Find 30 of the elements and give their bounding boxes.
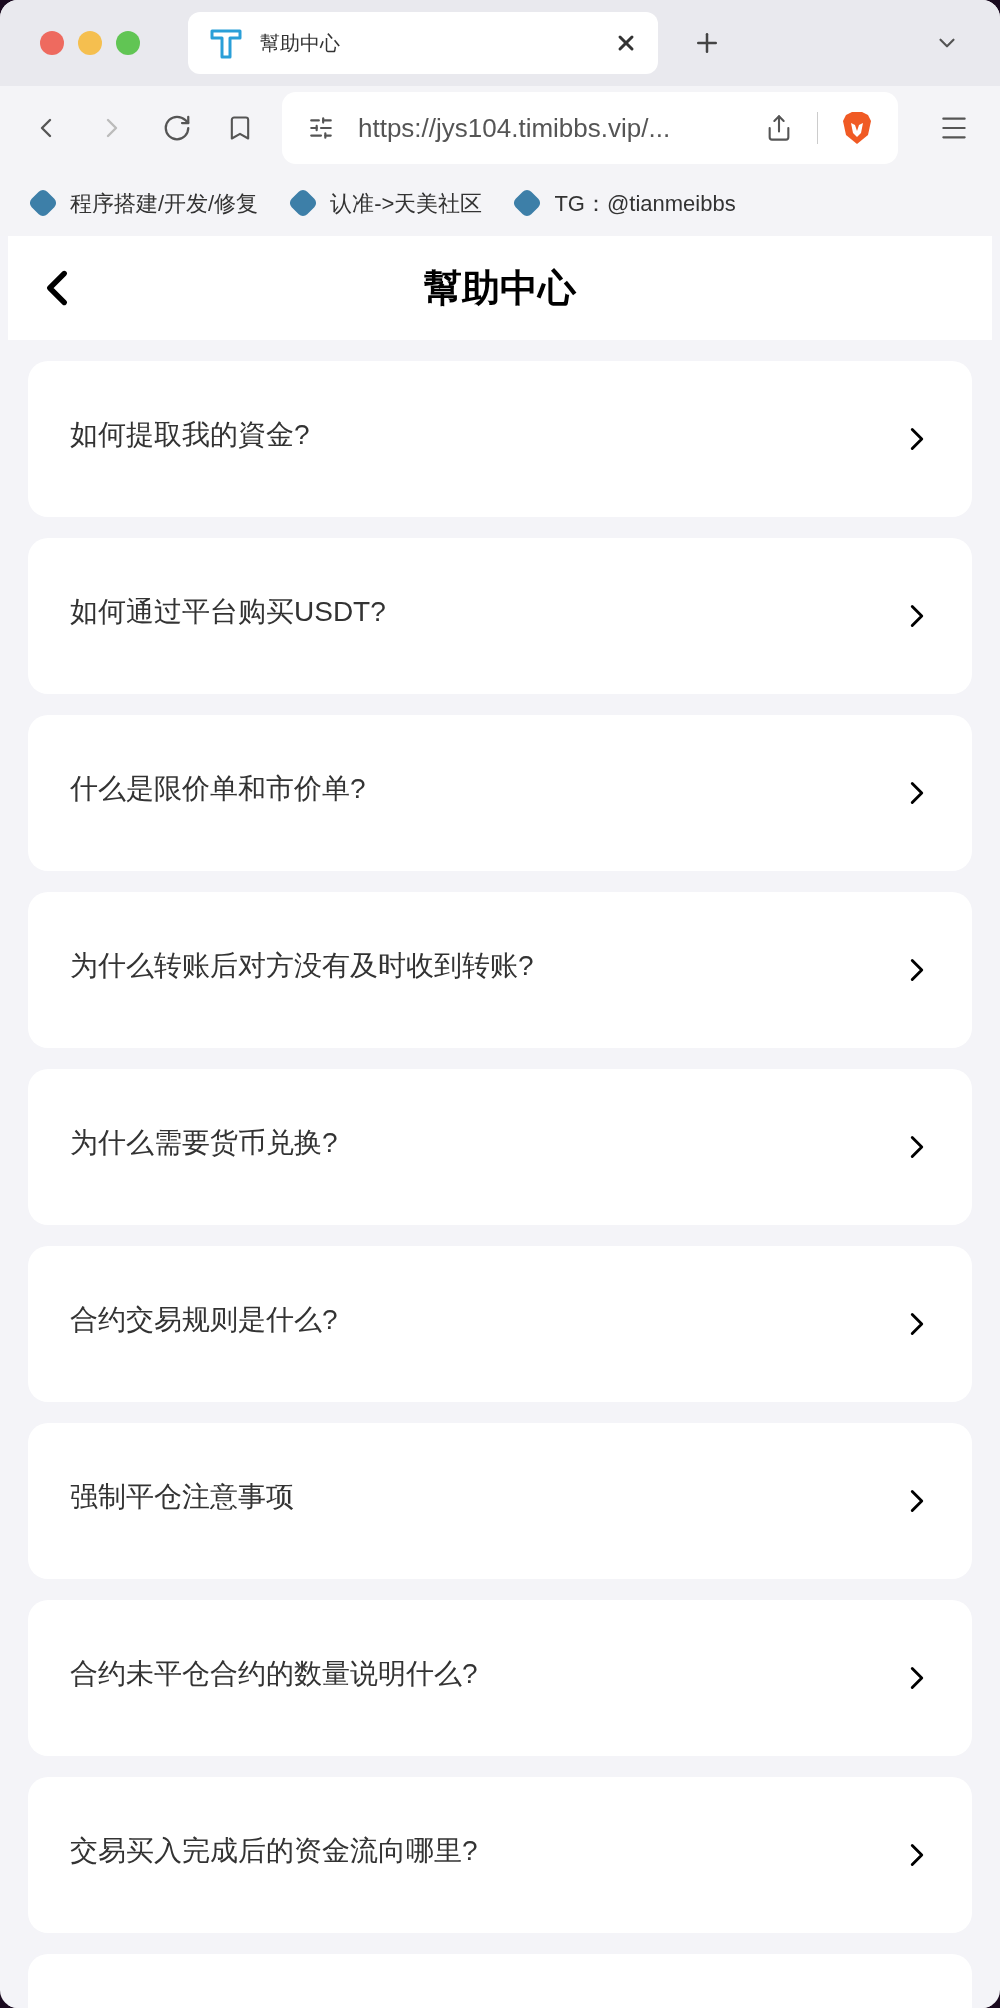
faq-question: 什么是限价单和市价单?: [70, 772, 367, 806]
faq-item[interactable]: 如何提取我的資金?: [28, 361, 972, 517]
faq-question: 为什么转账后对方没有及时收到转账?: [70, 949, 535, 983]
reload-icon[interactable]: [162, 113, 192, 143]
faq-question: 交易买入完成后的资金流向哪里?: [70, 1834, 479, 1868]
bookmark-item[interactable]: 程序搭建/开发/修复: [28, 186, 259, 220]
page-title: 幫助中心: [424, 265, 576, 311]
faq-item[interactable]: 为什么转账后对方没有及时收到转账?: [28, 892, 972, 1048]
faq-item[interactable]: 什么是限价单和市价单?: [28, 715, 972, 871]
faq-item[interactable]: 合约未平仓合约的数量说明什么?: [28, 1600, 972, 1756]
url-text: https://jys104.timibbs.vip/...: [358, 111, 672, 145]
faq-item[interactable]: 合约交易规则是什么?: [28, 1246, 972, 1402]
faq-question: 合约交易规则是什么?: [70, 1303, 339, 1337]
browser-tab[interactable]: 幫助中心: [188, 12, 658, 74]
tab-title: 幫助中心: [260, 31, 341, 56]
faq-item[interactable]: 交易买入完成后的资金流向哪里?: [28, 1777, 972, 1933]
lion-shield-icon[interactable]: [842, 111, 872, 145]
close-window-button[interactable]: [40, 31, 64, 55]
faq-item[interactable]: 如何通过平台购买USDT?: [28, 538, 972, 694]
faq-item[interactable]: 为什么需要货币兑换?: [28, 1069, 972, 1225]
site-settings-icon[interactable]: [308, 115, 334, 141]
faq-question: 如何提取我的資金?: [70, 418, 311, 452]
faq-question: 合约未平仓合约的数量说明什么?: [70, 1657, 479, 1691]
faq-item[interactable]: 强制平仓注意事项: [28, 1423, 972, 1579]
faq-question: 为什么需要货币兑换?: [70, 1126, 339, 1160]
faq-question: 强制平仓注意事项: [70, 1480, 295, 1514]
bookmark-item[interactable]: 认准->天美社区: [288, 186, 483, 220]
bookmark-item[interactable]: TG：@tianmeibbs: [512, 186, 736, 220]
faq-question: 如何通过平台购买USDT?: [70, 595, 387, 629]
address-bar[interactable]: https://jys104.timibbs.vip/...: [282, 92, 898, 164]
